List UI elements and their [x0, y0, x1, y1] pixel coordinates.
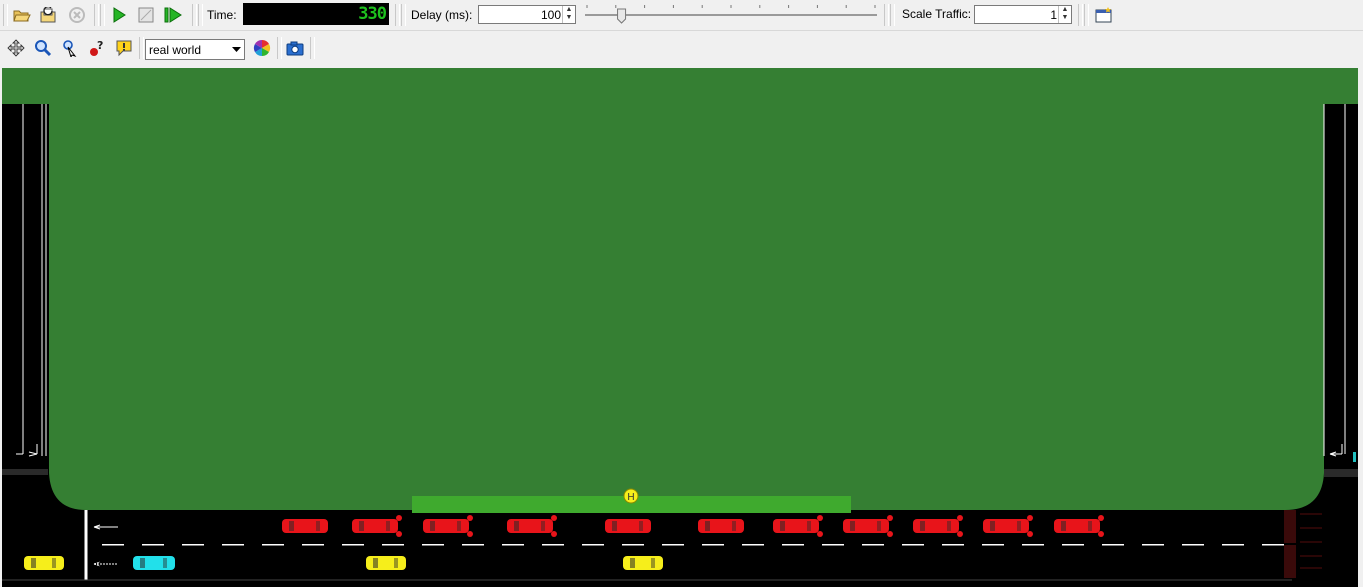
folder-open-icon[interactable] [11, 4, 33, 26]
time-label: Time: [207, 8, 237, 22]
vehicle-car[interactable] [605, 519, 651, 533]
locate-icon[interactable] [59, 37, 81, 59]
spin-up-icon[interactable]: ▲ [563, 6, 575, 14]
vehicle-car[interactable] [983, 515, 1033, 537]
reload-icon[interactable] [38, 4, 60, 26]
recenter-icon[interactable] [5, 37, 27, 59]
scale-traffic-spinbox[interactable]: 1 ▲ ▼ [974, 5, 1072, 24]
toolbar-separator [1078, 4, 1083, 26]
play-icon[interactable] [108, 4, 130, 26]
vehicle-layer [24, 515, 1104, 570]
toolbar-separator [192, 4, 197, 26]
magnifier-icon[interactable] [32, 37, 54, 59]
spin-up-icon[interactable]: ▲ [1059, 6, 1071, 14]
delay-slider[interactable] [583, 3, 879, 27]
vehicle-car[interactable] [913, 515, 963, 537]
simulation-toolbar: Time: 330 Delay (ms): 100 ▲ ▼ Scale Traff… [0, 0, 1363, 31]
bus-stop-label: H [627, 492, 634, 503]
vehicle-car[interactable] [507, 515, 557, 537]
time-value: 330 [358, 4, 387, 24]
toolbar-grip[interactable] [3, 4, 8, 26]
scale-traffic-label: Scale Traffic: [902, 7, 972, 21]
vehicle-car[interactable] [133, 556, 175, 570]
vehicle-car[interactable] [1054, 515, 1104, 537]
color-scheme-value: real world [149, 43, 202, 57]
slider-thumb[interactable] [617, 8, 627, 24]
lane-arrow-left-icon [93, 524, 118, 530]
close-network-icon[interactable] [66, 4, 88, 26]
delay-label: Delay (ms): [411, 8, 473, 22]
vehicle-car[interactable] [698, 519, 744, 533]
toolbar-grip[interactable] [100, 4, 105, 26]
right-road [1323, 104, 1358, 477]
lane-divider [102, 544, 1284, 546]
toolbar-separator [277, 37, 282, 59]
spin-down-icon[interactable]: ▼ [563, 14, 575, 22]
toolbar-grip[interactable] [1084, 4, 1089, 26]
toolbar-grip[interactable] [198, 4, 203, 26]
scale-traffic-value: 1 [1050, 8, 1057, 22]
new-view-icon[interactable] [1093, 4, 1115, 26]
vehicle-car[interactable] [423, 515, 473, 537]
bottom-road [2, 510, 1322, 581]
delay-value: 100 [540, 8, 561, 22]
bus-stop-sign-icon[interactable]: H [623, 488, 639, 504]
vehicle-car[interactable] [623, 556, 663, 570]
step-icon[interactable] [162, 4, 184, 26]
vehicle-car[interactable] [843, 515, 893, 537]
chevron-down-icon[interactable] [229, 40, 244, 59]
toolbar-separator [310, 37, 315, 59]
color-wheel-icon[interactable] [251, 37, 273, 59]
delay-spinbox[interactable]: 100 ▲ ▼ [478, 5, 576, 24]
left-road [2, 104, 48, 475]
toolbar-grip[interactable] [890, 4, 895, 26]
inspect-icon[interactable]: ? [86, 37, 108, 59]
toolbar-separator [139, 37, 144, 59]
camera-icon[interactable] [284, 37, 306, 59]
toolbar-separator [94, 4, 99, 26]
view-toolbar: ? real world [0, 31, 1363, 66]
time-display: 330 [243, 3, 389, 25]
spin-down-icon[interactable]: ▼ [1059, 14, 1071, 22]
lane-arrow-left-icon [93, 561, 118, 567]
vehicle-car[interactable] [352, 515, 402, 537]
network-scene[interactable]: H [2, 68, 1358, 587]
svg-text:?: ? [97, 39, 103, 52]
toolbar-separator [884, 4, 889, 26]
toolbar-separator [395, 4, 400, 26]
vehicle-car[interactable] [366, 556, 406, 570]
info-bubble-icon[interactable] [113, 37, 135, 59]
grass-area [2, 68, 1358, 510]
network-view[interactable]: H [2, 68, 1358, 587]
toolbar-grip[interactable] [401, 4, 406, 26]
vehicle-car[interactable] [773, 515, 823, 537]
vehicle-car[interactable] [24, 556, 64, 570]
color-scheme-select[interactable]: real world [145, 39, 245, 60]
vehicle-car[interactable] [282, 519, 328, 533]
stop-icon[interactable] [135, 4, 157, 26]
